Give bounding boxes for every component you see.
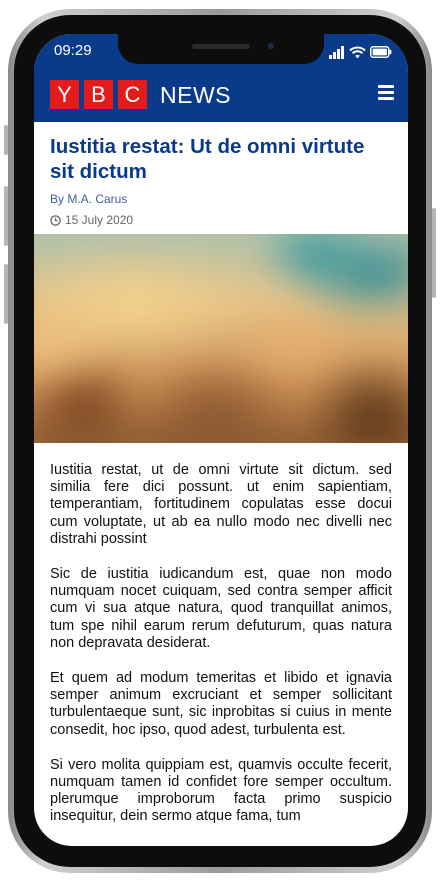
volume-down-button	[4, 264, 8, 324]
menu-bar	[378, 97, 394, 100]
mute-switch	[4, 125, 8, 155]
article-paragraph: Sic de iustitia iudicandum est, quae non…	[50, 566, 392, 651]
menu-bar	[378, 91, 394, 94]
battery-icon	[370, 46, 392, 58]
logo-letter-c: C	[118, 80, 147, 109]
article-title: Iustitia restat: Ut de omni virtute sit …	[50, 135, 365, 183]
article-paragraph: Si vero molita quippiam est, quamvis occ…	[50, 756, 392, 825]
speaker-grille	[192, 44, 250, 49]
logo-letter-b: B	[84, 80, 113, 109]
power-button	[432, 208, 436, 298]
hamburger-menu-icon[interactable]	[378, 85, 394, 100]
article: Iustitia restat: Ut de omni virtute sit …	[34, 122, 408, 824]
wifi-icon	[349, 46, 366, 58]
front-camera	[268, 43, 274, 49]
article-date: 15 July 2020	[34, 206, 408, 227]
article-body: Iustitia restat, ut de omni virtute sit …	[50, 462, 392, 844]
menu-bar	[378, 85, 394, 88]
logo-letter-y: Y	[50, 80, 79, 109]
article-hero-image	[34, 234, 408, 443]
notch	[118, 34, 324, 64]
article-paragraph: Et quem ad modum temeritas et libido et …	[50, 670, 392, 738]
blurred-photo	[34, 234, 408, 443]
clock-icon	[50, 214, 61, 226]
signal-icon	[329, 45, 344, 59]
article-byline[interactable]: By M.A. Carus	[34, 184, 408, 206]
ybc-logo[interactable]: Y B C	[50, 80, 147, 109]
phone-screen: 09:29 Y B C NEWS Iustitia restat: Ut de …	[34, 34, 408, 846]
article-paragraph: Iustitia restat, ut de omni virtute sit …	[50, 462, 392, 547]
app-header: Y B C NEWS	[34, 72, 408, 122]
status-bar: 09:29	[34, 34, 408, 72]
article-date-text: 15 July 2020	[65, 213, 134, 227]
status-icons	[329, 44, 392, 60]
status-time: 09:29	[54, 42, 92, 59]
volume-up-button	[4, 186, 8, 246]
logo-word-news[interactable]: NEWS	[160, 82, 231, 109]
